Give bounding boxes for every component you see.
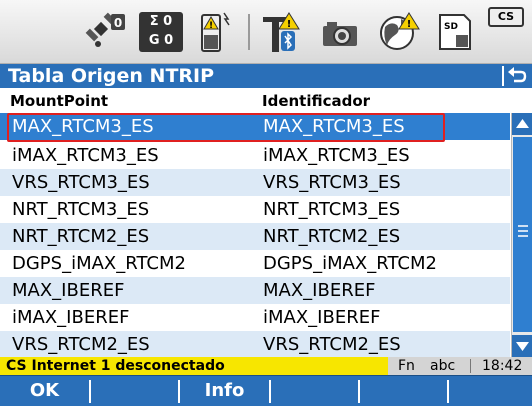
list-scrollbar[interactable]	[511, 113, 532, 357]
cell-identifier: DGPS_iMAX_RTCM2	[263, 253, 437, 274]
svg-text:!: !	[209, 21, 213, 31]
table-row[interactable]: DGPS_iMAX_RTCM2 DGPS_iMAX_RTCM2	[0, 250, 510, 277]
scroll-grip	[518, 230, 528, 232]
cell-mountpoint: iMAX_RTCM3_ES	[12, 145, 159, 166]
info-softkey[interactable]: Info	[180, 376, 269, 406]
toolbar-separator	[248, 14, 250, 50]
scroll-grip	[518, 225, 528, 227]
title-divider	[502, 66, 504, 86]
softkey-bar: OK Info	[0, 375, 532, 406]
cell-mountpoint: NRT_RTCM3_ES	[12, 199, 150, 220]
cell-mountpoint: DGPS_iMAX_RTCM2	[12, 253, 186, 274]
ok-softkey[interactable]: OK	[0, 376, 89, 406]
softkey-6[interactable]	[449, 376, 532, 406]
table-row[interactable]: NRT_RTCM2_ES NRT_RTCM2_ES	[0, 223, 510, 250]
scroll-thumb[interactable]	[513, 137, 532, 332]
antenna-bluetooth-icon[interactable]: !	[258, 8, 302, 56]
clock: 18:42	[482, 358, 523, 374]
sigma-counter-icon[interactable]: Σ 0 G 0	[136, 8, 186, 56]
table-row[interactable]: NRT_RTCM3_ES NRT_RTCM3_ES	[0, 196, 510, 223]
back-arrow-icon[interactable]	[506, 64, 528, 88]
satellite-icon[interactable]: 0	[82, 8, 126, 56]
status-divider	[470, 359, 471, 373]
cell-identifier: VRS_RTCM3_ES	[263, 172, 401, 193]
softkey-5[interactable]	[360, 376, 447, 406]
column-header-identifier[interactable]: Identificador	[262, 92, 370, 110]
sd-card-icon[interactable]: SD	[432, 8, 476, 56]
sigma-bottom-value: G 0	[148, 33, 174, 48]
table-row[interactable]: MAX_IBEREF MAX_IBEREF	[0, 277, 510, 304]
cell-mountpoint: MAX_IBEREF	[12, 280, 125, 301]
cell-mountpoint: VRS_RTCM3_ES	[12, 172, 150, 193]
table-row[interactable]: iMAX_IBEREF iMAX_IBEREF	[0, 304, 510, 331]
sigma-top-value: Σ 0	[149, 14, 173, 29]
cell-mountpoint: NRT_RTCM2_ES	[12, 226, 150, 247]
svg-text:!: !	[407, 19, 412, 30]
fn-indicator: Fn	[398, 358, 415, 374]
table-row[interactable]: MAX_RTCM3_ES MAX_RTCM3_ES	[0, 113, 510, 140]
satellite-count: 0	[114, 16, 122, 30]
svg-text:!: !	[287, 19, 292, 30]
cell-mountpoint: VRS_RTCM2_ES	[12, 334, 150, 355]
column-header-row: MountPoint Identificador	[0, 89, 532, 113]
scroll-up-button[interactable]	[512, 113, 532, 135]
cell-mountpoint: iMAX_IBEREF	[12, 307, 130, 328]
globe-warning-icon[interactable]: !	[376, 8, 422, 56]
table-row[interactable]: iMAX_RTCM3_ES iMAX_RTCM3_ES	[0, 142, 510, 169]
icon-toolbar: 0 Σ 0 G 0 ! ! ! SD CS	[0, 0, 532, 64]
scroll-grip	[518, 235, 528, 237]
battery-icon[interactable]: !	[192, 8, 236, 56]
softkey-2[interactable]	[91, 376, 178, 406]
input-mode-indicator: abc	[430, 358, 456, 374]
mountpoint-list[interactable]: MAX_RTCM3_ES MAX_RTCM3_ES iMAX_RTCM3_ES …	[0, 113, 510, 357]
cell-identifier: MAX_RTCM3_ES	[263, 116, 405, 137]
softkey-4[interactable]	[271, 376, 358, 406]
table-row[interactable]: VRS_RTCM3_ES VRS_RTCM3_ES	[0, 169, 510, 196]
status-message: CS Internet 1 desconectado	[0, 357, 388, 375]
cs-icon[interactable]: CS	[486, 4, 526, 30]
status-bar: CS Internet 1 desconectado Fn abc 18:42	[0, 357, 532, 375]
cell-identifier: VRS_RTCM2_ES	[263, 334, 401, 355]
camera-icon[interactable]	[316, 8, 362, 56]
cell-identifier: MAX_IBEREF	[263, 280, 376, 301]
cs-label: CS	[488, 7, 524, 27]
cell-mountpoint: MAX_RTCM3_ES	[12, 116, 154, 137]
cell-identifier: NRT_RTCM3_ES	[263, 199, 401, 220]
table-row[interactable]: VRS_RTCM2_ES VRS_RTCM2_ES	[0, 331, 510, 357]
cell-identifier: NRT_RTCM2_ES	[263, 226, 401, 247]
sd-label: SD	[444, 22, 458, 32]
scroll-down-button[interactable]	[512, 335, 532, 357]
cell-identifier: iMAX_IBEREF	[263, 307, 381, 328]
column-header-mountpoint[interactable]: MountPoint	[10, 92, 108, 110]
page-title: Tabla Origen NTRIP	[8, 65, 215, 87]
cell-identifier: iMAX_RTCM3_ES	[263, 145, 410, 166]
title-bar: Tabla Origen NTRIP	[0, 64, 532, 88]
